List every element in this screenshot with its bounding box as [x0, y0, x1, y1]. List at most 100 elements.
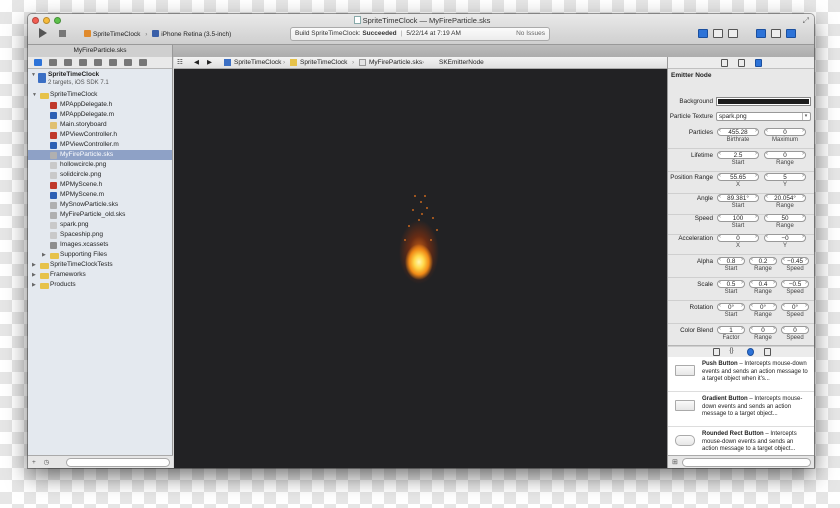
standard-editor-icon[interactable]: [698, 29, 708, 38]
scale-start-field[interactable]: 0.5: [717, 280, 745, 288]
emitter-inspector-icon[interactable]: [754, 59, 762, 67]
library-item[interactable]: Gradient Button – Intercepts mouse-down …: [668, 392, 814, 427]
file-row[interactable]: MPViewController.h: [28, 130, 172, 140]
navigator-filter-field[interactable]: [66, 458, 170, 467]
acceleration-y-field[interactable]: −0: [764, 234, 806, 242]
version-editor-icon[interactable]: [728, 29, 738, 38]
acceleration-x-caption: X: [735, 243, 740, 249]
file-label: MyFireParticle_old.sks: [60, 211, 126, 218]
log-icon[interactable]: [139, 59, 147, 66]
position-range-y-field[interactable]: 5: [764, 173, 806, 181]
object-library-icon[interactable]: [746, 348, 754, 356]
file-row[interactable]: solidcircle.png: [28, 170, 172, 180]
file-template-icon[interactable]: [712, 348, 720, 356]
rotation-start-field[interactable]: 0°: [717, 303, 745, 311]
file-row[interactable]: MPAppDelegate.m: [28, 110, 172, 120]
color-blend-speed-field[interactable]: 0: [781, 326, 809, 334]
lifetime-range-field[interactable]: 0: [764, 151, 806, 159]
alpha-speed-field[interactable]: −0.45: [781, 257, 809, 265]
test-icon[interactable]: [94, 59, 102, 66]
file-row[interactable]: MyFireParticle_old.sks: [28, 210, 172, 220]
particles-maximum-field[interactable]: 0: [764, 128, 806, 136]
file-inspector-icon[interactable]: [720, 59, 728, 67]
navigator-toggle-icon[interactable]: [756, 29, 766, 38]
assistant-editor-icon[interactable]: [713, 29, 723, 38]
disclosure-triangle-icon[interactable]: ▼: [32, 90, 37, 100]
back-icon[interactable]: ◀: [194, 57, 199, 68]
file-row[interactable]: MySnowParticle.sks: [28, 200, 172, 210]
jump-bar-item[interactable]: SpriteTimeClock: [234, 57, 281, 68]
texture-popup[interactable]: spark.png ▾: [716, 112, 811, 121]
color-blend-factor-field[interactable]: 1: [717, 326, 745, 334]
tab-myfireparticle[interactable]: MyFireParticle.sks: [28, 45, 173, 57]
disclosure-triangle-icon[interactable]: ▶: [32, 280, 36, 290]
particles-birthrate-field[interactable]: 455.28: [717, 128, 759, 136]
grid-view-icon[interactable]: ⊞: [672, 458, 678, 466]
file-row[interactable]: Main.storyboard: [28, 120, 172, 130]
breakpoint-icon[interactable]: [124, 59, 132, 66]
scale-range-field[interactable]: 0.4: [749, 280, 777, 288]
file-row[interactable]: Images.xcassets: [28, 240, 172, 250]
particle-editor-canvas[interactable]: [174, 69, 667, 468]
library-filter-field[interactable]: [682, 458, 811, 467]
stop-button[interactable]: [59, 30, 66, 37]
background-color-well[interactable]: [716, 97, 811, 106]
debug-icon[interactable]: [109, 59, 117, 66]
acceleration-x-field[interactable]: 0: [717, 234, 759, 242]
file-row[interactable]: MPAppDelegate.h: [28, 100, 172, 110]
jump-bar-item[interactable]: SKEmitterNode: [439, 57, 484, 68]
scale-speed-field[interactable]: −0.5: [781, 280, 809, 288]
alpha-range-field[interactable]: 0.2: [749, 257, 777, 265]
jump-bar-item[interactable]: SpriteTimeClock: [300, 57, 347, 68]
rotation-range-field[interactable]: 0°: [749, 303, 777, 311]
disclosure-triangle-icon[interactable]: ▶: [32, 270, 36, 280]
add-file-icon[interactable]: +: [32, 459, 36, 466]
file-row[interactable]: MPMyScene.m: [28, 190, 172, 200]
file-row[interactable]: MyFireParticle.sks: [28, 150, 172, 160]
folder-icon[interactable]: [34, 59, 42, 66]
position-range-x-field[interactable]: 55.65: [717, 173, 759, 181]
library-item[interactable]: Push Button – Intercepts mouse-down even…: [668, 357, 814, 392]
symbol-icon[interactable]: [49, 59, 57, 66]
file-row[interactable]: MPViewController.m: [28, 140, 172, 150]
warning-icon[interactable]: [79, 59, 87, 66]
file-row[interactable]: spark.png: [28, 220, 172, 230]
group-row[interactable]: ▶ Supporting Files: [28, 250, 172, 260]
group-row[interactable]: ▶ SpriteTimeClockTests: [28, 260, 172, 270]
speed-start-field[interactable]: 100: [717, 214, 759, 222]
jump-bar-item[interactable]: MyFireParticle.sks: [369, 57, 422, 68]
recent-files-icon[interactable]: ◷: [44, 459, 50, 466]
debug-area-toggle-icon[interactable]: [771, 29, 781, 38]
file-row[interactable]: hollowcircle.png: [28, 160, 172, 170]
media-library-icon[interactable]: [763, 348, 771, 356]
color-blend-range-field[interactable]: 0: [749, 326, 777, 334]
angle-start-field[interactable]: 89.381°: [717, 194, 759, 202]
disclosure-triangle-icon[interactable]: ▶: [42, 250, 46, 260]
file-label: Frameworks: [50, 271, 86, 278]
file-label: MPViewController.h: [60, 131, 117, 138]
alpha-start-field[interactable]: 0.8: [717, 257, 745, 265]
rotation-speed-field[interactable]: 0°: [781, 303, 809, 311]
disclosure-triangle-icon[interactable]: ▼: [31, 70, 36, 80]
run-button[interactable]: [39, 28, 47, 38]
group-row[interactable]: ▶ Products: [28, 280, 172, 290]
group-row[interactable]: ▶ Frameworks: [28, 270, 172, 280]
fullscreen-icon[interactable]: ⤢: [803, 16, 809, 26]
code-snippet-icon[interactable]: {}: [730, 348, 737, 356]
scheme-selector[interactable]: SpriteTimeClock › iPhone Retina (3.5-inc…: [84, 30, 231, 38]
speed-range-field[interactable]: 50: [764, 214, 806, 222]
project-row[interactable]: ▼ SpriteTimeClock 2 targets, iOS SDK 7.1: [28, 70, 172, 90]
group-row[interactable]: ▼ SpriteTimeClock: [28, 90, 172, 100]
lifetime-start-field[interactable]: 2.5: [717, 151, 759, 159]
related-items-icon[interactable]: ☷: [177, 57, 183, 68]
forward-icon[interactable]: ▶: [207, 57, 212, 68]
search-icon[interactable]: [64, 59, 72, 66]
file-row[interactable]: Spaceship.png: [28, 230, 172, 240]
disclosure-triangle-icon[interactable]: ▶: [32, 260, 36, 270]
quick-help-icon[interactable]: [737, 59, 745, 67]
document-icon: [353, 16, 361, 24]
lifetime-row: Lifetime 2.5Start 0Range: [668, 151, 814, 172]
file-row[interactable]: MPMyScene.h: [28, 180, 172, 190]
utilities-toggle-icon[interactable]: [786, 29, 796, 38]
angle-range-field[interactable]: 20.054°: [764, 194, 806, 202]
